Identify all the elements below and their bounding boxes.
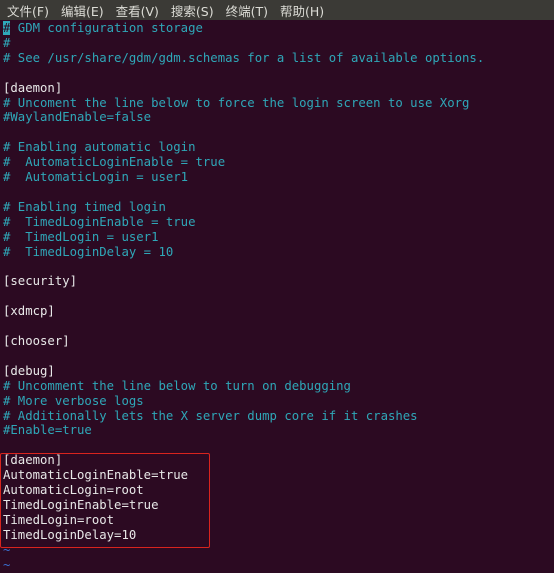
text-line: # Enabling automatic login — [3, 140, 196, 155]
text-line — [3, 66, 484, 81]
text-line: # Additionally lets the X server dump co… — [3, 408, 418, 423]
text-line: # AutomaticLogin = user1 — [3, 170, 189, 185]
line-text: GDM configuration storage — [10, 21, 203, 35]
menu-item-2[interactable]: 查看(V) — [109, 1, 164, 20]
text-line: # — [3, 35, 11, 50]
text-line — [3, 260, 484, 275]
text-line — [3, 125, 484, 140]
menu-item-4[interactable]: 终端(T) — [219, 1, 273, 20]
text-line: #WaylandEnable=false — [3, 110, 152, 125]
text-line — [3, 438, 484, 453]
text-line: [xdmcp] — [3, 304, 55, 319]
text-line: # Uncoment the line below to force the l… — [3, 95, 470, 110]
menu-item-0[interactable]: 文件(F) — [0, 1, 54, 20]
empty-line-marker: ~ — [3, 557, 11, 572]
text-line: [debug] — [3, 363, 55, 378]
text-line: # GDM configuration storage — [3, 21, 484, 36]
text-line: [security] — [3, 274, 78, 289]
highlight-box — [0, 453, 210, 548]
text-line: # Enabling timed login — [3, 199, 166, 214]
text-line: #Enable=true — [3, 423, 92, 438]
menu-item-3[interactable]: 搜索(S) — [164, 1, 219, 20]
menu-item-5[interactable]: 帮助(H) — [273, 1, 329, 20]
text-line: # TimedLoginDelay = 10 — [3, 244, 174, 259]
text-line: # TimedLoginEnable = true — [3, 214, 196, 229]
text-line: # Uncomment the line below to turn on de… — [3, 378, 351, 393]
text-line: # See /usr/share/gdm/gdm.schemas for a l… — [3, 50, 485, 65]
text-line: # AutomaticLoginEnable = true — [3, 155, 226, 170]
menu-bar: 文件(F) 编辑(E) 查看(V) 搜索(S) 终端(T) 帮助(H) — [0, 0, 554, 20]
text-line: [daemon] — [3, 80, 63, 95]
menu-item-1[interactable]: 编辑(E) — [54, 1, 109, 20]
text-line — [3, 289, 484, 304]
text-line — [3, 349, 484, 364]
text-line: # TimedLogin = user1 — [3, 229, 159, 244]
text-line — [3, 319, 484, 334]
text-line: # More verbose logs — [3, 393, 144, 408]
text-line — [3, 185, 484, 200]
text-line: [chooser] — [3, 334, 70, 349]
